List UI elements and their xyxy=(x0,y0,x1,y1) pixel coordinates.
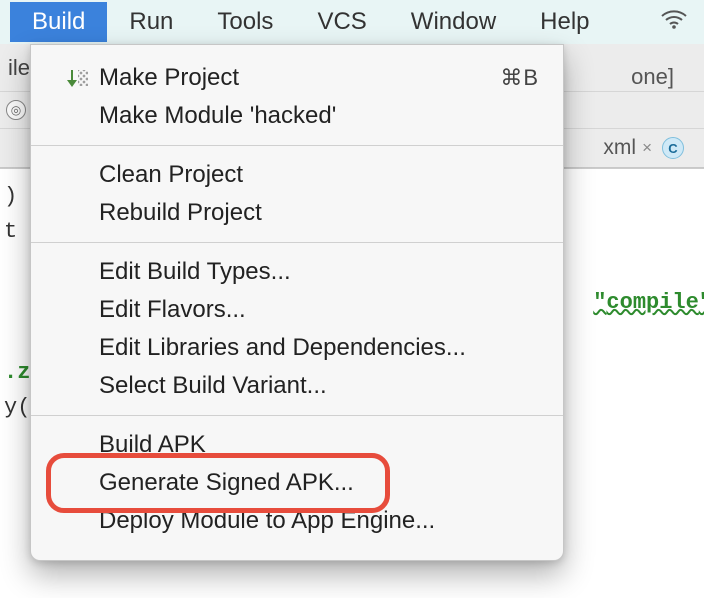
menu-window[interactable]: Window xyxy=(389,2,518,42)
menu-item-label: Make Module 'hacked' xyxy=(99,102,539,130)
tab-xml-label: xml xyxy=(603,136,636,160)
menu-item-clean-project[interactable]: Clean Project xyxy=(31,156,563,194)
menu-separator xyxy=(31,145,563,146)
menu-item-label: Generate Signed APK... xyxy=(99,469,539,497)
menu-help[interactable]: Help xyxy=(518,2,611,42)
menu-item-deploy-app-engine[interactable]: Deploy Module to App Engine... xyxy=(31,502,563,540)
menu-item-build-apk[interactable]: Build APK xyxy=(31,426,563,464)
c-file-icon[interactable]: C xyxy=(662,137,684,159)
menu-item-generate-signed-apk[interactable]: Generate Signed APK... xyxy=(31,464,563,502)
menu-item-label: Deploy Module to App Engine... xyxy=(99,507,539,535)
menu-item-rebuild-project[interactable]: Rebuild Project xyxy=(31,194,563,232)
toolbar-right-fragment: one] xyxy=(631,64,674,90)
close-icon[interactable]: × xyxy=(642,138,652,158)
menu-separator xyxy=(31,415,563,416)
menubar: Build Run Tools VCS Window Help xyxy=(0,0,704,44)
menu-separator xyxy=(31,242,563,243)
menu-build[interactable]: Build xyxy=(10,2,107,42)
menu-item-edit-build-types[interactable]: Edit Build Types... xyxy=(31,253,563,291)
menu-item-label: Edit Libraries and Dependencies... xyxy=(99,334,539,362)
menu-vcs[interactable]: VCS xyxy=(295,2,388,42)
toolbar-left-fragment: ile xyxy=(8,55,30,81)
string-literal: "compile" xyxy=(593,290,704,315)
menu-item-shortcut: ⌘B xyxy=(500,65,539,91)
menu-item-edit-libraries[interactable]: Edit Libraries and Dependencies... xyxy=(31,329,563,367)
menu-tools[interactable]: Tools xyxy=(195,2,295,42)
make-project-icon xyxy=(59,68,99,88)
menu-item-make-module[interactable]: Make Module 'hacked' xyxy=(31,97,563,135)
menu-item-label: Edit Flavors... xyxy=(99,296,539,324)
menu-item-label: Select Build Variant... xyxy=(99,372,539,400)
menu-item-edit-flavors[interactable]: Edit Flavors... xyxy=(31,291,563,329)
menu-run[interactable]: Run xyxy=(107,2,195,42)
wifi-icon xyxy=(660,8,688,37)
target-icon: ◎ xyxy=(6,100,26,120)
menu-item-label: Clean Project xyxy=(99,161,539,189)
build-menu-dropdown: Make Project ⌘B Make Module 'hacked' Cle… xyxy=(30,44,564,561)
menu-item-label: Rebuild Project xyxy=(99,199,539,227)
tab-xml[interactable]: xml × xyxy=(603,136,652,160)
menu-item-label: Edit Build Types... xyxy=(99,258,539,286)
menu-item-label: Make Project xyxy=(99,64,500,92)
menu-item-select-build-variant[interactable]: Select Build Variant... xyxy=(31,367,563,405)
menu-item-label: Build APK xyxy=(99,431,539,459)
menu-item-make-project[interactable]: Make Project ⌘B xyxy=(31,59,563,97)
